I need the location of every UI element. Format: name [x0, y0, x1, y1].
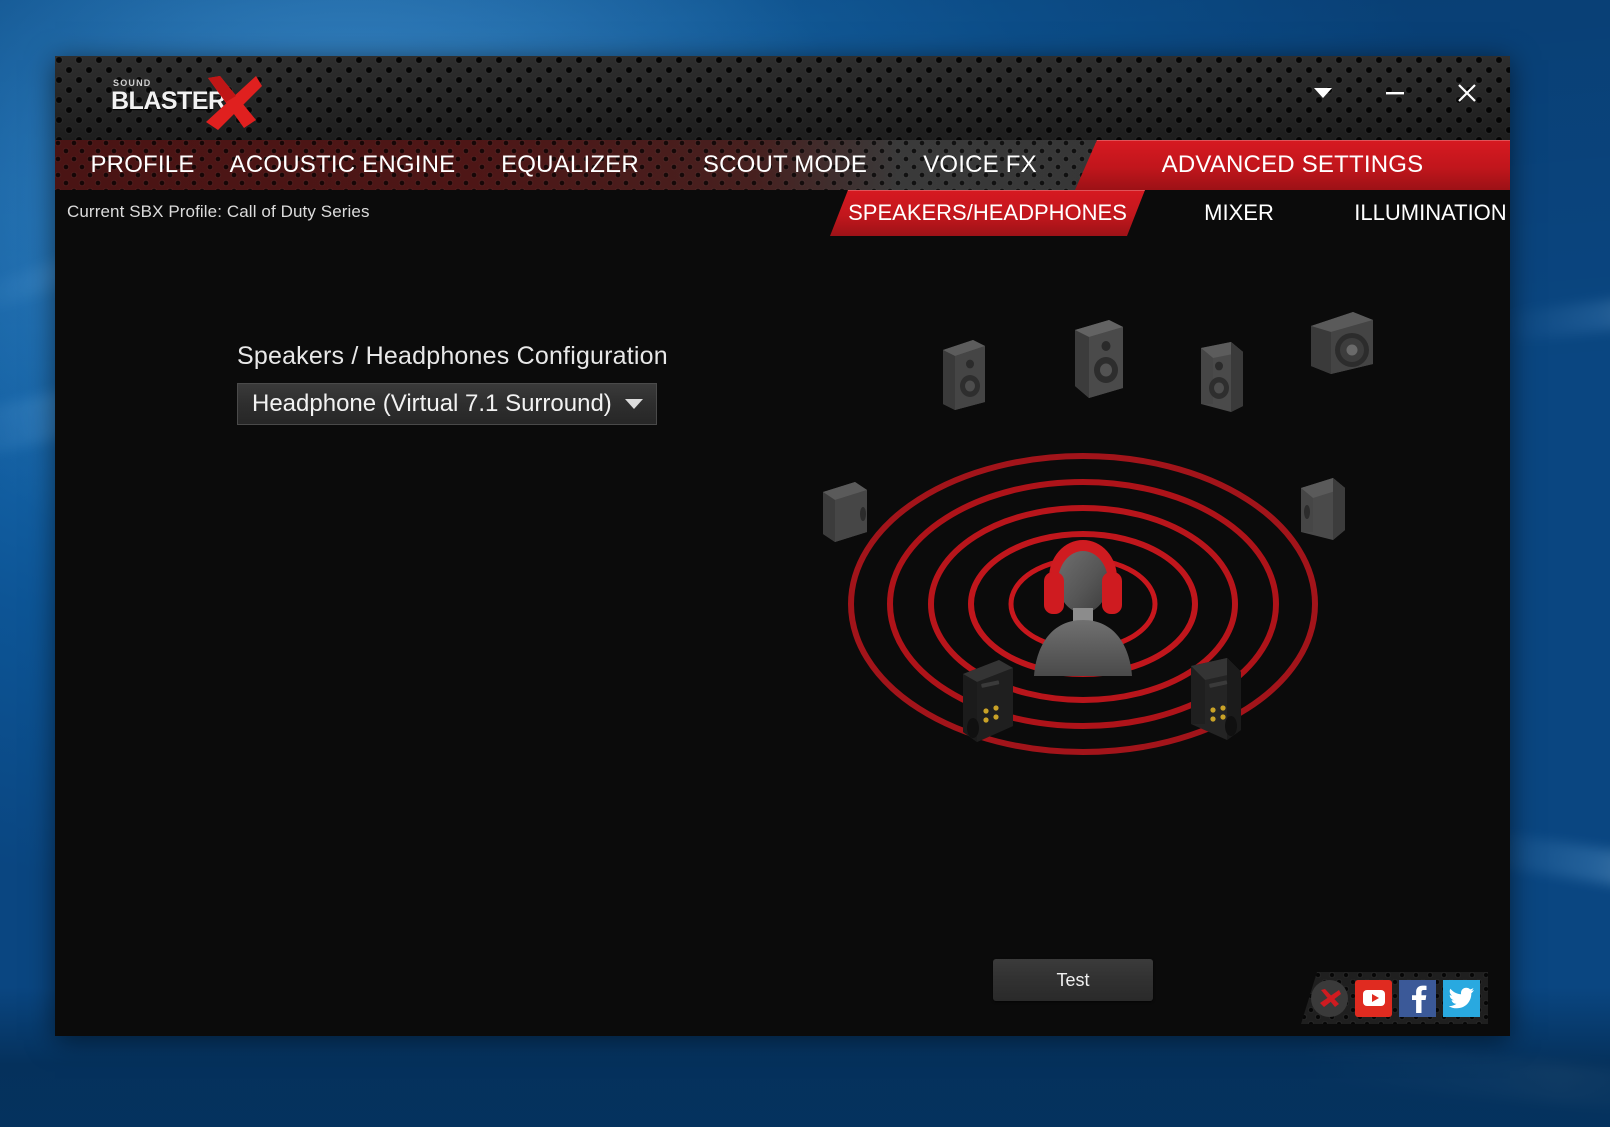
main-tab-bar: PROFILE ACOUSTIC ENGINE EQUALIZER SCOUT … [55, 140, 1510, 190]
test-button[interactable]: Test [993, 959, 1153, 1001]
tab-profile-label: PROFILE [90, 151, 195, 178]
subtab-mixer-label: MIXER [1204, 200, 1274, 225]
minimize-icon[interactable] [1378, 76, 1412, 110]
desktop-wallpaper: SOUND BLASTER PROFILE ACOUSTIC ENGINE EQ… [0, 0, 1610, 1127]
side-left-speaker-icon [823, 482, 867, 542]
tab-voice-fx-label: VOICE FX [923, 151, 1037, 178]
soundblaster-icon[interactable] [1311, 979, 1348, 1017]
x-logo-icon [206, 76, 262, 130]
tab-scout-mode[interactable]: SCOUT MODE [685, 140, 885, 190]
speakers-config-label: Speakers / Headphones Configuration [237, 342, 668, 370]
youtube-icon[interactable] [1355, 979, 1392, 1017]
soundblasterx-logo: SOUND BLASTER [108, 74, 262, 130]
tab-advanced-settings[interactable]: ADVANCED SETTINGS [1075, 140, 1510, 190]
tab-profile[interactable]: PROFILE [55, 140, 230, 190]
facebook-icon[interactable] [1399, 979, 1436, 1017]
social-links-bar [1301, 972, 1488, 1024]
rear-left-speaker-icon [963, 660, 1013, 742]
wallpaper-streak [1498, 286, 1610, 344]
title-bar: SOUND BLASTER [55, 56, 1510, 140]
tab-acoustic-engine[interactable]: ACOUSTIC ENGINE [229, 140, 456, 190]
speakers-config-value: Headphone (Virtual 7.1 Surround) [252, 390, 612, 417]
sub-tab-group: SPEAKERS/HEADPHONES MIXER ILLUMINATION [830, 190, 1510, 236]
subtab-speakers-headphones-label: SPEAKERS/HEADPHONES [848, 200, 1127, 225]
tab-equalizer[interactable]: EQUALIZER [455, 140, 685, 190]
front-right-speaker-icon [1201, 342, 1243, 412]
subwoofer-icon [1311, 312, 1373, 374]
listener-with-headphones-icon [1034, 540, 1132, 676]
tab-advanced-settings-label: ADVANCED SETTINGS [1161, 151, 1424, 178]
front-left-speaker-icon [943, 340, 985, 410]
window-controls [1306, 76, 1484, 110]
sub-tab-bar: Current SBX Profile: Call of Duty Series… [55, 190, 1510, 236]
content-panel: Speakers / Headphones Configuration Head… [55, 236, 1510, 1036]
rear-right-speaker-icon [1191, 658, 1241, 740]
side-right-speaker-icon [1301, 478, 1345, 540]
chevron-down-icon[interactable] [1306, 76, 1340, 110]
virtual-surround-diagram [785, 312, 1385, 876]
sound-blaster-connect-window: SOUND BLASTER PROFILE ACOUSTIC ENGINE EQ… [55, 56, 1510, 1036]
twitter-icon[interactable] [1443, 979, 1480, 1017]
tab-voice-fx[interactable]: VOICE FX [885, 140, 1075, 190]
tab-acoustic-engine-label: ACOUSTIC ENGINE [229, 151, 456, 178]
subtab-illumination[interactable]: ILLUMINATION [1333, 190, 1510, 236]
front-center-speaker-icon [1075, 320, 1123, 398]
close-icon[interactable] [1450, 76, 1484, 110]
chevron-down-icon [612, 397, 656, 411]
tab-scout-mode-label: SCOUT MODE [702, 151, 868, 178]
current-sbx-profile-status: Current SBX Profile: Call of Duty Series [67, 202, 370, 221]
tab-equalizer-label: EQUALIZER [501, 151, 639, 178]
subtab-illumination-label: ILLUMINATION [1354, 200, 1507, 225]
subtab-mixer[interactable]: MIXER [1145, 190, 1333, 236]
speakers-config-dropdown[interactable]: Headphone (Virtual 7.1 Surround) [237, 383, 657, 425]
test-button-label: Test [1056, 969, 1090, 990]
subtab-speakers-headphones[interactable]: SPEAKERS/HEADPHONES [830, 190, 1145, 236]
